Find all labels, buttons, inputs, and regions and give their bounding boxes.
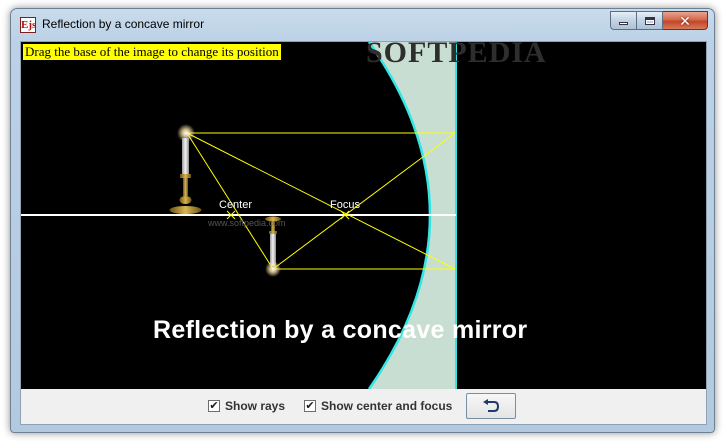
close-button[interactable]: ✕ — [663, 11, 708, 30]
client-area: SOFTPEDIA Drag the base of the image to … — [20, 41, 707, 425]
control-panel: ✔ Show rays ✔ Show center and focus — [21, 389, 706, 424]
show-rays-label: Show rays — [225, 399, 286, 413]
caption-buttons: ✕ — [610, 11, 708, 30]
watermark-softpedia: SOFTPEDIA — [366, 42, 547, 69]
minimize-button[interactable] — [610, 11, 637, 30]
show-rays-checkbox[interactable]: ✔ Show rays — [208, 399, 285, 413]
show-center-focus-check-box[interactable]: ✔ — [304, 400, 316, 412]
reset-button[interactable] — [466, 393, 516, 419]
window-title: Reflection by a concave mirror — [42, 17, 205, 31]
show-center-focus-label: Show center and focus — [321, 399, 453, 413]
app-icon: Ejs — [20, 17, 37, 33]
focus-label: Focus — [330, 199, 360, 211]
maximize-icon — [644, 16, 655, 25]
close-icon: ✕ — [679, 12, 691, 29]
simulation-canvas[interactable]: SOFTPEDIA Drag the base of the image to … — [21, 42, 706, 389]
app-window: Ejs Reflection by a concave mirror ✕ SOF… — [10, 8, 715, 433]
show-rays-check-box[interactable]: ✔ — [208, 400, 220, 412]
show-center-focus-checkbox[interactable]: ✔ Show center and focus — [304, 399, 452, 413]
minimize-icon — [619, 22, 628, 25]
drag-hint: Drag the base of the image to change its… — [23, 44, 281, 60]
center-label: Center — [219, 199, 253, 211]
title-bar[interactable]: Ejs Reflection by a concave mirror ✕ — [11, 9, 714, 39]
maximize-button[interactable] — [637, 11, 663, 30]
simulation-title: Reflection by a concave mirror — [153, 316, 528, 344]
watermark-url: www.softpedia.com — [208, 218, 286, 228]
undo-arrow-icon — [483, 399, 500, 412]
